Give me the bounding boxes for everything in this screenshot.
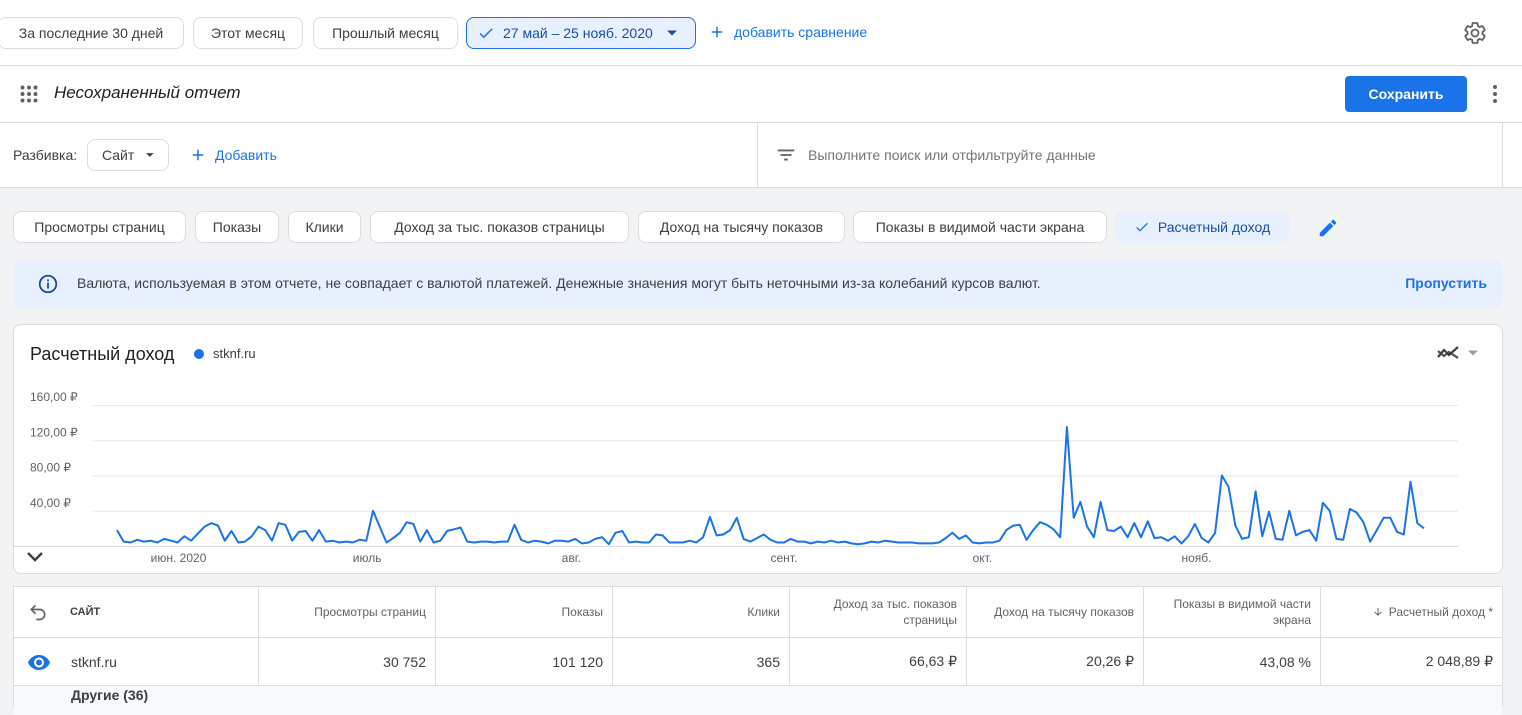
metric-chip-viewability[interactable]: Показы в видимой части экрана [853, 211, 1107, 243]
preset-last-30-days[interactable]: За последние 30 дней [0, 17, 184, 49]
x-tick-label: июль [353, 551, 382, 565]
col-header-impressions[interactable]: Показы [436, 587, 613, 637]
filter-divider [757, 123, 758, 187]
add-comparison-button[interactable]: добавить сравнение [708, 23, 867, 41]
banner-text: Валюта, используемая в этом отчете, не с… [77, 275, 1041, 291]
plus-icon [192, 149, 204, 161]
apps-grid-icon[interactable] [20, 85, 38, 103]
chart-card: Расчетный доход stknf.ru 40,00 ₽80,00 ₽1… [13, 324, 1503, 574]
add-breakdown-button[interactable]: Добавить [189, 146, 277, 164]
metric-chip-earnings[interactable]: Расчетный доход [1115, 211, 1289, 243]
add-comparison-label: добавить сравнение [734, 24, 868, 40]
series-line-stknf [116, 426, 1425, 546]
cell-impression-rpm: 20,26 ₽ [967, 637, 1144, 685]
metric-chip-earnings-label: Расчетный доход [1157, 219, 1271, 235]
col-header-site[interactable]: САЙТ [70, 604, 100, 620]
breakdown-dropdown[interactable]: Сайт [87, 139, 169, 171]
col-header-impression-rpm[interactable]: Доход на тысячу показов [967, 587, 1144, 637]
filter-divider-right [1502, 123, 1503, 187]
x-tick-label: сент. [771, 551, 798, 565]
gear-icon[interactable] [1463, 21, 1487, 45]
x-tick-label: окт. [973, 551, 993, 565]
y-tick-label: 40,00 ₽ [30, 496, 71, 510]
col-header-pageviews[interactable]: Просмотры страниц [259, 587, 436, 637]
col-header-earnings: Расчетный доход * [1388, 605, 1493, 619]
edit-pencil-icon[interactable] [1317, 217, 1339, 239]
table-row-others[interactable]: Другие (36) [14, 685, 1502, 715]
undo-icon[interactable] [28, 602, 48, 622]
x-tick-label: нояб. [1181, 551, 1211, 565]
col-header-viewability[interactable]: Показы в видимой части экрана [1144, 587, 1321, 637]
table-row-site-cell[interactable]: stknf.ru [14, 637, 259, 685]
cell-impressions: 101 120 [436, 637, 613, 685]
sort-arrow-down-icon [1374, 608, 1382, 616]
date-range-picker[interactable]: 27 май – 25 нояб. 2020 [466, 17, 696, 49]
preset-this-month[interactable]: Этот месяц [193, 17, 303, 49]
metric-chip-pageviews[interactable]: Просмотры страниц [13, 211, 186, 243]
breakdown-selected: Сайт [102, 147, 135, 163]
cell-viewability: 43,08 % [1144, 637, 1321, 685]
cell-earnings: 2 048,89 ₽ [1321, 637, 1502, 685]
breakdown-filter-bar: Разбивка: Сайт Добавить [0, 123, 1522, 188]
date-range-bar: За последние 30 дней Этот месяц Прошлый … [0, 0, 1522, 66]
x-tick-label: июн. 2020 [151, 551, 207, 565]
check-icon [479, 28, 493, 39]
y-tick-label: 160,00 ₽ [30, 390, 78, 404]
metric-chip-impressions[interactable]: Показы [195, 211, 279, 243]
eye-icon[interactable] [27, 653, 51, 671]
filter-list-icon [777, 149, 795, 161]
add-breakdown-label: Добавить [215, 147, 277, 163]
y-tick-label: 120,00 ₽ [30, 425, 78, 439]
col-header-page-rpm[interactable]: Доход за тыс. показов страницы [790, 587, 967, 637]
report-title[interactable]: Несохраненный отчет [54, 83, 241, 103]
search-input[interactable] [806, 140, 1486, 170]
cell-page-rpm: 66,63 ₽ [790, 637, 967, 685]
date-range-label: 27 май – 25 нояб. 2020 [503, 25, 653, 41]
data-table: САЙТ Просмотры страниц Показы Клики Дохо… [13, 586, 1503, 715]
plus-icon [711, 26, 723, 38]
metric-chip-page-rpm[interactable]: Доход за тыс. показов страницы [370, 211, 629, 243]
row-others-label: Другие (36) [71, 687, 149, 703]
info-icon [38, 274, 58, 294]
caret-down-icon [146, 153, 154, 157]
col-header-earnings-cell[interactable]: Расчетный доход * [1321, 587, 1502, 637]
chart-plot: 40,00 ₽ 80,00 ₽ 120,00 ₽ 160,00 ₽ июн. 2020… [14, 390, 1458, 565]
currency-info-banner: Валюта, используемая в этом отчете, не с… [13, 260, 1503, 308]
report-title-bar: Несохраненный отчет Сохранить [0, 66, 1522, 123]
caret-down-icon [666, 30, 677, 36]
banner-dismiss-button[interactable]: Пропустить [1405, 275, 1487, 291]
table-header-site-cell: САЙТ [14, 587, 259, 637]
preset-last-month[interactable]: Прошлый месяц [313, 17, 458, 49]
cell-pageviews: 30 752 [259, 637, 436, 685]
collapse-chevron-icon[interactable] [25, 549, 45, 565]
col-header-clicks[interactable]: Клики [613, 587, 790, 637]
row-site-name: stknf.ru [71, 653, 117, 670]
metric-chip-clicks[interactable]: Клики [288, 211, 361, 243]
save-button[interactable]: Сохранить [1345, 76, 1467, 112]
breakdown-label: Разбивка: [13, 147, 78, 163]
cell-clicks: 365 [613, 637, 790, 685]
check-icon [1136, 222, 1148, 232]
x-tick-label: авг. [562, 551, 581, 565]
metric-chip-impression-rpm[interactable]: Доход на тысячу показов [638, 211, 845, 243]
more-vert-icon[interactable] [1483, 82, 1507, 106]
y-tick-label: 80,00 ₽ [30, 461, 71, 475]
